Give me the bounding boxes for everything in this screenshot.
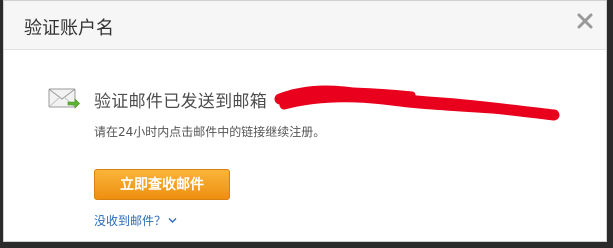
chevron-down-icon [168,216,177,227]
mail-sent-icon [48,88,80,110]
no-mail-label: 没收到邮件？ [94,214,167,228]
close-icon[interactable] [574,10,596,32]
check-mail-button[interactable]: 立即查收邮件 [94,169,230,200]
hint-text: 请在24小时内点击邮件中的链接继续注册。 [94,125,326,139]
dialog-titlebar: 验证账户名 [4,1,606,50]
verify-account-dialog: 验证账户名 验证邮件已发送到邮箱 请在24小时内点击邮件中的链接继续注册。 立即… [3,0,607,242]
email-sent-message: 验证邮件已发送到邮箱 [94,92,267,112]
dialog-title: 验证账户名 [24,18,114,39]
no-mail-received-link[interactable]: 没收到邮件？ [94,212,177,229]
redaction-scribble [274,85,560,121]
